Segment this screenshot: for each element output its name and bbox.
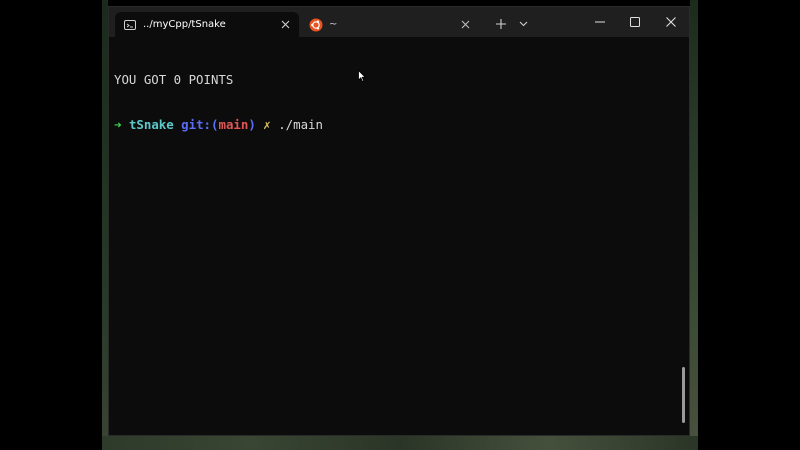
close-tab-icon[interactable] (457, 17, 473, 33)
close-tab-icon[interactable] (277, 17, 293, 33)
tab-dropdown-button[interactable] (513, 15, 533, 33)
command-text: ./main (278, 117, 323, 132)
git-branch: main (218, 117, 249, 132)
desktop-wallpaper-right (690, 0, 698, 450)
desktop-backdrop-right (698, 0, 800, 450)
maximize-button[interactable] (618, 11, 652, 33)
plus-icon (496, 19, 506, 29)
scrollbar-thumb[interactable] (682, 367, 685, 423)
title-bar[interactable]: ../myCpp/tSnake ~ (109, 7, 689, 37)
tab-home[interactable]: ~ (301, 12, 479, 37)
git-prefix: git:( (181, 117, 219, 132)
tab-title: ~ (329, 19, 338, 30)
desktop-wallpaper-bottom (102, 436, 698, 450)
maximize-icon (630, 17, 640, 27)
close-icon (666, 17, 676, 27)
ubuntu-icon (309, 18, 323, 32)
terminal-window: ../myCpp/tSnake ~ YOU GOT 0 POINTS ➜ tSn… (108, 6, 690, 436)
chevron-down-icon (519, 21, 527, 27)
minimize-icon (595, 21, 605, 23)
prompt-directory: tSnake (128, 117, 174, 132)
tab-title: ../myCpp/tSnake (143, 19, 226, 30)
new-tab-button[interactable] (491, 15, 511, 33)
desktop-backdrop-left (0, 0, 102, 450)
output-line: YOU GOT 0 POINTS (114, 72, 234, 87)
minimize-button[interactable] (583, 11, 617, 33)
terminal-icon (123, 18, 137, 32)
close-window-button[interactable] (654, 11, 688, 33)
git-suffix: ) (248, 117, 256, 132)
mouse-cursor-icon (358, 67, 367, 86)
terminal-output[interactable]: YOU GOT 0 POINTS ➜ tSnake git:(main) ✗ .… (114, 42, 674, 162)
dirty-mark: ✗ (263, 117, 271, 132)
tab-tsnake[interactable]: ../myCpp/tSnake (115, 12, 299, 37)
prompt-arrow-icon: ➜ (114, 117, 122, 132)
prompt-line: ➜ tSnake git:(main) ✗ ./main (114, 117, 674, 132)
